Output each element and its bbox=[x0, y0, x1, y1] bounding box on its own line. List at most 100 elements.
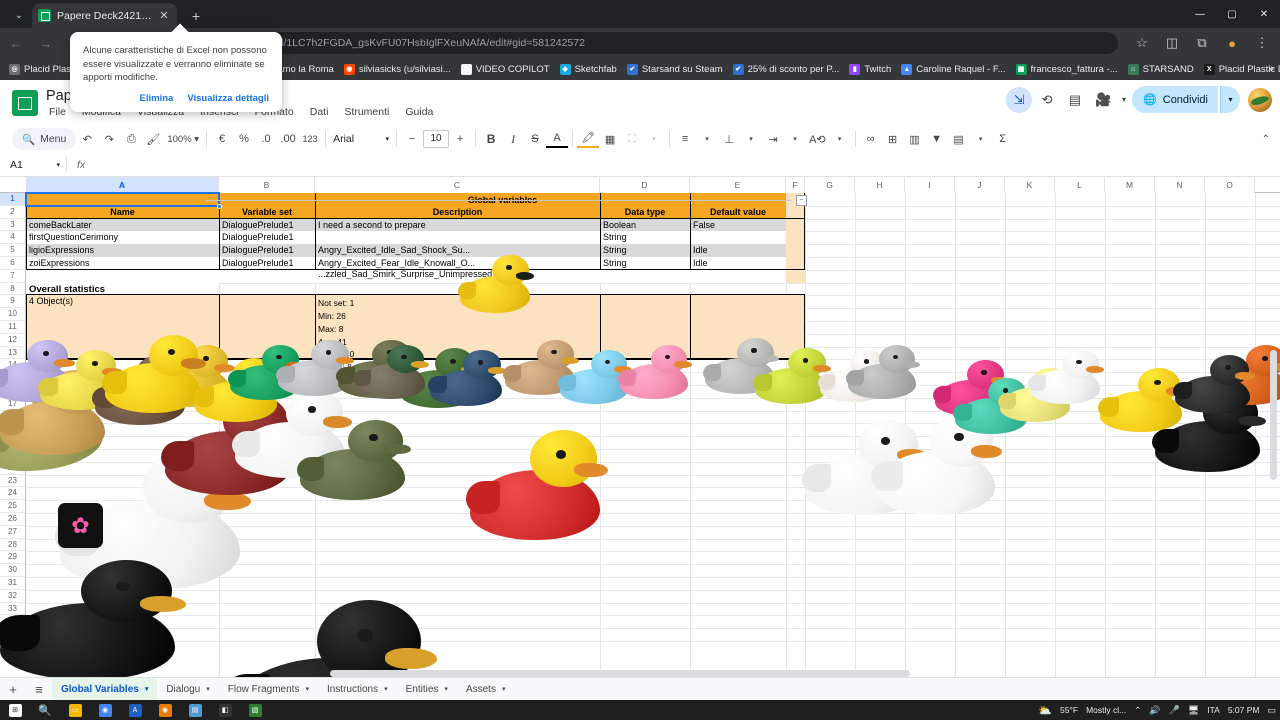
text-wrap-button[interactable]: ⇥ bbox=[762, 128, 784, 150]
halign-caret-icon[interactable]: ▾ bbox=[696, 128, 718, 150]
volume-icon[interactable]: 🔊 bbox=[1149, 705, 1160, 716]
column-header-E[interactable]: E bbox=[690, 177, 786, 193]
cell-data-type-3[interactable]: Boolean bbox=[600, 219, 690, 232]
zoom-select[interactable]: 100% ▾ bbox=[164, 128, 202, 150]
fill-handle[interactable] bbox=[217, 204, 222, 209]
meet-camera-icon[interactable]: 🎥 bbox=[1090, 87, 1116, 113]
search-taskbar-button[interactable]: 🔍 bbox=[30, 700, 60, 720]
cell-data-type-4[interactable]: String bbox=[600, 231, 690, 244]
cell-stats-B[interactable] bbox=[219, 295, 315, 358]
taskbar-app-articy[interactable]: A bbox=[120, 700, 150, 720]
profile-avatar-icon[interactable]: ● bbox=[1218, 29, 1246, 57]
row-header-25[interactable]: 25 bbox=[0, 500, 25, 513]
bookmark-item[interactable]: ✔Starsand su Steam bbox=[622, 60, 728, 78]
row-header-16[interactable]: 16 bbox=[0, 385, 25, 398]
font-family-select[interactable]: Arial ▾ bbox=[330, 129, 392, 149]
cell-description-5[interactable]: Angry_Excited_Idle_Sad_Shock_Su... bbox=[315, 244, 600, 257]
forward-icon[interactable]: → bbox=[32, 29, 60, 57]
cell-name-3[interactable]: comeBackLater bbox=[26, 219, 219, 232]
row-header-5[interactable]: 5 bbox=[0, 244, 25, 257]
chevron-down-icon[interactable]: ▾ bbox=[444, 685, 448, 693]
row-header-28[interactable]: 28 bbox=[0, 539, 25, 552]
row-header-34[interactable]: 34 bbox=[0, 615, 25, 628]
avatar[interactable] bbox=[1248, 88, 1272, 112]
chevron-down-icon[interactable]: ▾ bbox=[384, 685, 388, 693]
back-icon[interactable]: ← bbox=[2, 29, 30, 57]
horizontal-align-button[interactable]: ≡ bbox=[674, 128, 696, 150]
bookmark-item[interactable]: ▮Twitch bbox=[844, 60, 896, 78]
column-header-F[interactable]: F bbox=[786, 177, 805, 193]
taskbar-app-chrome[interactable]: ◉ bbox=[90, 700, 120, 720]
taskbar-app-media[interactable]: ◧ bbox=[210, 700, 240, 720]
row-header-21[interactable]: 21 bbox=[0, 449, 25, 462]
sum-button[interactable]: Σ bbox=[992, 128, 1014, 150]
undo-icon[interactable]: ↶ bbox=[76, 128, 98, 150]
row-header-27[interactable]: 27 bbox=[0, 526, 25, 539]
row-header-2[interactable]: 2 bbox=[0, 206, 25, 219]
row-header-30[interactable]: 30 bbox=[0, 564, 25, 577]
row-header-26[interactable]: 26 bbox=[0, 513, 25, 526]
row-header-6[interactable]: 6 bbox=[0, 257, 25, 270]
row-header-32[interactable]: 32 bbox=[0, 590, 25, 603]
bookmarks-overflow-icon[interactable]: » bbox=[1268, 63, 1274, 75]
cell-description-3[interactable]: I need a second to prepare bbox=[315, 219, 600, 232]
minimize-button[interactable]: — bbox=[1184, 0, 1216, 28]
cell-description-4[interactable] bbox=[315, 231, 600, 244]
text-color-button[interactable]: A bbox=[546, 131, 568, 148]
row-header-22[interactable]: 22 bbox=[0, 462, 25, 475]
row-header-35[interactable]: 35 bbox=[0, 628, 25, 641]
maximize-button[interactable]: ▢ bbox=[1216, 0, 1248, 28]
collapse-toolbar-icon[interactable]: ⌃ bbox=[1262, 134, 1270, 145]
cell-default-value-4[interactable] bbox=[690, 231, 786, 244]
cell-description-6[interactable]: Angry_Excited_Fear_Idle_Knowall_O... ...… bbox=[315, 257, 600, 283]
start-button[interactable]: ⊞ bbox=[0, 700, 30, 720]
language-indicator[interactable]: ITA bbox=[1207, 705, 1220, 715]
add-sheet-button[interactable]: + bbox=[0, 678, 26, 701]
bookmark-item[interactable]: ⌂STARSAND bbox=[1123, 60, 1199, 78]
column-header-D[interactable]: D bbox=[600, 177, 690, 193]
row-header-20[interactable]: 20 bbox=[0, 436, 25, 449]
decrease-decimal-icon[interactable]: .0 bbox=[255, 128, 277, 150]
column-header-N[interactable]: N bbox=[1155, 177, 1205, 193]
row-header-3[interactable]: 3 bbox=[0, 219, 25, 232]
row-header-17[interactable]: 17 bbox=[0, 398, 25, 411]
sheet-tab-entities[interactable]: Entities▾ bbox=[397, 678, 457, 701]
cell-data-type-6[interactable]: String bbox=[600, 257, 690, 283]
row-header-19[interactable]: 19 bbox=[0, 423, 25, 436]
bookmark-item[interactable]: ◉silviasicks (u/silviasi... bbox=[339, 60, 456, 78]
cell-object-count[interactable]: 4 Object(s) bbox=[26, 295, 219, 308]
notifications-icon[interactable]: ▭ bbox=[1267, 705, 1276, 716]
spreadsheet-grid[interactable]: ABCDEFGHIJKLMNO 123456789101112131415161… bbox=[0, 177, 1280, 677]
cell-F5[interactable] bbox=[786, 244, 805, 257]
cell-stats-F[interactable] bbox=[786, 295, 805, 358]
version-history-icon[interactable]: ⟲ bbox=[1034, 87, 1060, 113]
bold-button[interactable]: B bbox=[480, 128, 502, 150]
increase-decimal-icon[interactable]: .00 bbox=[277, 128, 299, 150]
font-size-input[interactable]: 10 bbox=[423, 130, 449, 148]
display-icon[interactable]: 🖥 bbox=[1188, 705, 1199, 716]
cell-name-6[interactable]: zoiExpressions bbox=[26, 257, 219, 283]
sheet-tab-global-variables[interactable]: Global Variables▾ bbox=[52, 678, 157, 701]
new-tab-button[interactable]: + bbox=[186, 6, 206, 26]
vertical-scrollbar[interactable] bbox=[1270, 350, 1277, 480]
close-icon[interactable]: ✕ bbox=[157, 9, 171, 22]
more-formats-icon[interactable]: 123 bbox=[299, 128, 321, 150]
row-header-11[interactable]: 11 bbox=[0, 321, 25, 334]
cell-stats-E[interactable] bbox=[690, 295, 786, 358]
row-header-18[interactable]: 18 bbox=[0, 411, 25, 424]
percent-icon[interactable]: % bbox=[233, 128, 255, 150]
cell-name-5[interactable]: ligioExpressions bbox=[26, 244, 219, 257]
cell-name-4[interactable]: firstQuestionCerimony bbox=[26, 231, 219, 244]
column-header-J[interactable]: J bbox=[955, 177, 1005, 193]
bookmark-item[interactable]: ▦francesco_fattura -... bbox=[1011, 60, 1123, 78]
dismiss-button[interactable]: Elimina bbox=[140, 93, 174, 104]
chevron-down-icon[interactable]: ▾ bbox=[502, 685, 506, 693]
column-header-K[interactable]: K bbox=[1005, 177, 1055, 193]
paint-format-icon[interactable]: 🖌 bbox=[142, 128, 164, 150]
print-icon[interactable]: ⎙ bbox=[120, 128, 142, 150]
currency-icon[interactable]: € bbox=[211, 128, 233, 150]
merge-caret-icon[interactable]: ▾ bbox=[643, 128, 665, 150]
bookmark-item[interactable]: ▲Caroline Raquel - F... bbox=[896, 60, 1010, 78]
chevron-down-icon[interactable]: ▾ bbox=[305, 685, 309, 693]
collapse-group-button[interactable]: − bbox=[796, 195, 807, 206]
